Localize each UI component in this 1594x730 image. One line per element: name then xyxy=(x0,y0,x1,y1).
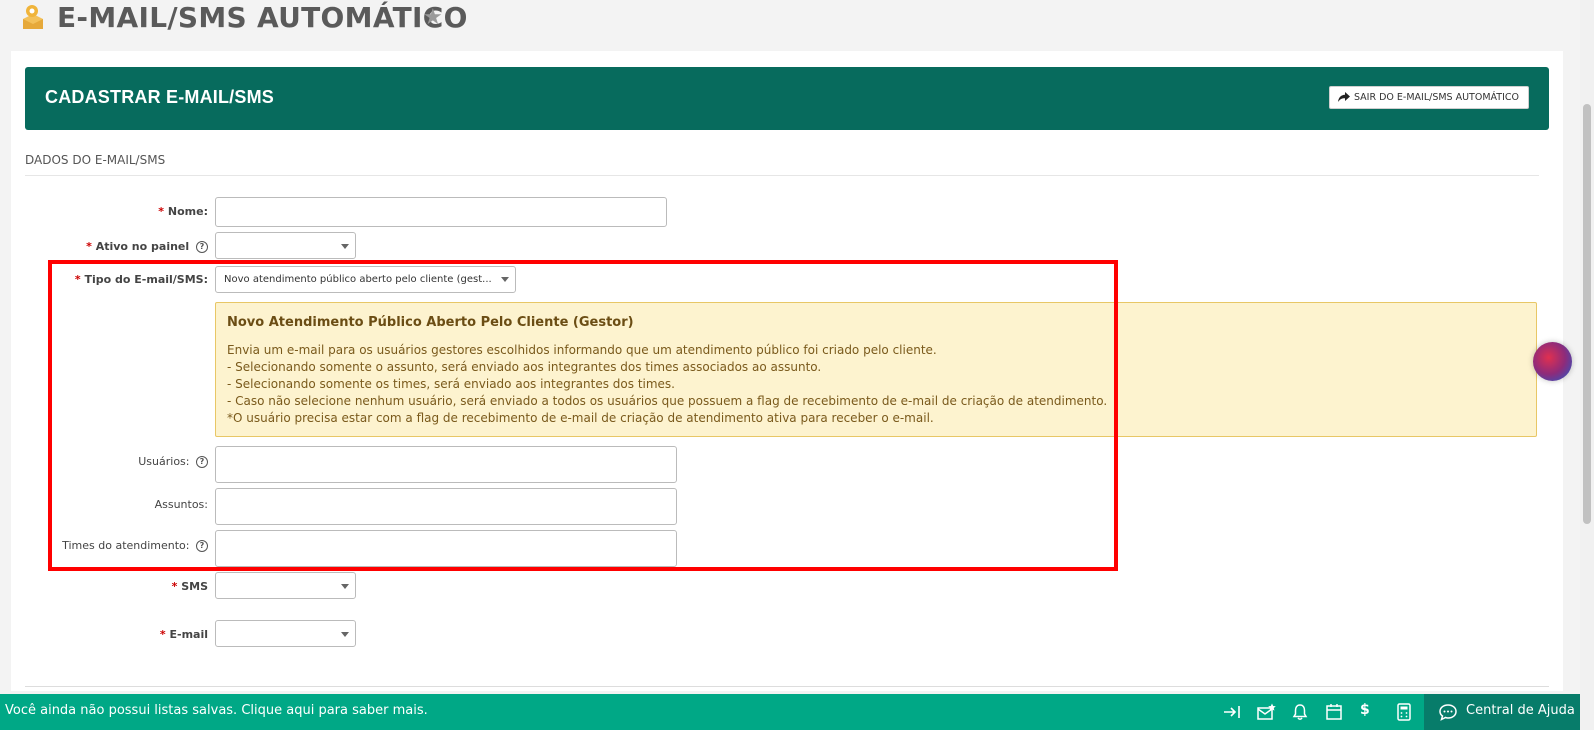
sms-select[interactable] xyxy=(215,572,356,599)
footer-bar: Você ainda não possui listas salvas. Cli… xyxy=(0,694,1580,730)
exit-button[interactable]: SAIR DO E-MAIL/SMS AUTOMÁTICO xyxy=(1328,86,1529,109)
panel-header: CADASTRAR E-MAIL/SMS SAIR DO E-MAIL/SMS … xyxy=(25,67,1549,130)
required-mark: * xyxy=(158,205,165,218)
chevron-down-icon xyxy=(501,277,509,282)
dollar-icon[interactable]: $ xyxy=(1360,702,1380,720)
times-input[interactable] xyxy=(215,530,677,567)
page-title-bar: E-MAIL/SMS AUTOMÁTICO ★ xyxy=(0,0,1580,38)
email-select[interactable] xyxy=(215,620,356,647)
info-line: *O usuário precisa estar com a flag de r… xyxy=(227,411,934,425)
help-icon[interactable]: ? xyxy=(196,540,208,552)
nome-input[interactable] xyxy=(215,197,667,227)
tipo-select[interactable]: Novo atendimento público aberto pelo cli… xyxy=(215,266,516,293)
usuarios-input[interactable] xyxy=(215,446,677,483)
usuarios-label: Usuários: ? xyxy=(138,455,208,468)
info-line: - Selecionando somente o assunto, será e… xyxy=(227,360,822,374)
info-line: - Selecionando somente os times, será en… xyxy=(227,377,675,391)
chevron-down-icon xyxy=(341,632,349,637)
page-title: E-MAIL/SMS AUTOMÁTICO xyxy=(57,1,468,34)
panel-bottom-divider xyxy=(25,686,1549,687)
tipo-label: * Tipo do E-mail/SMS: xyxy=(74,273,208,286)
calculator-icon[interactable] xyxy=(1394,703,1414,721)
ativo-label: * Ativo no painel ? xyxy=(86,240,208,253)
help-center-button[interactable]: Central de Ajuda xyxy=(1424,694,1580,730)
footer-message[interactable]: Você ainda não possui listas salvas. Cli… xyxy=(5,703,428,718)
chevron-down-icon xyxy=(341,584,349,589)
collapse-right-icon[interactable] xyxy=(1222,703,1242,721)
nome-label: * Nome: xyxy=(158,205,208,218)
sms-label: * SMS xyxy=(171,580,208,593)
star-mail-icon[interactable] xyxy=(1256,703,1276,721)
info-line: - Caso não selecione nenhum usuário, ser… xyxy=(227,394,1108,408)
info-title: Novo Atendimento Público Aberto Pelo Cli… xyxy=(227,315,634,330)
gear-box-icon xyxy=(23,5,43,29)
calendar-icon[interactable] xyxy=(1324,703,1344,721)
bell-icon[interactable] xyxy=(1290,703,1310,721)
times-label: Times do atendimento: ? xyxy=(62,539,208,552)
help-center-label: Central de Ajuda xyxy=(1466,703,1575,718)
ativo-select[interactable] xyxy=(215,232,356,259)
section-title: DADOS DO E-MAIL/SMS xyxy=(25,153,166,167)
scrollbar-thumb[interactable] xyxy=(1583,104,1591,524)
assuntos-label: Assuntos: xyxy=(154,498,208,511)
info-line: Envia um e-mail para os usuários gestore… xyxy=(227,343,937,357)
assuntos-input[interactable] xyxy=(215,488,677,525)
info-lines: Envia um e-mail para os usuários gestore… xyxy=(227,342,1107,427)
tipo-select-value: Novo atendimento público aberto pelo cli… xyxy=(224,274,492,285)
email-label: * E-mail xyxy=(159,628,208,641)
chevron-down-icon xyxy=(341,244,349,249)
exit-button-label: SAIR DO E-MAIL/SMS AUTOMÁTICO xyxy=(1353,92,1519,103)
favorite-star-icon[interactable]: ★ xyxy=(423,5,443,30)
info-box: Novo Atendimento Público Aberto Pelo Cli… xyxy=(215,302,1537,437)
help-icon[interactable]: ? xyxy=(196,456,208,468)
page-scrollbar[interactable] xyxy=(1580,0,1594,730)
share-arrow-icon xyxy=(1337,92,1350,102)
section-divider xyxy=(25,175,1539,176)
help-icon[interactable]: ? xyxy=(196,241,208,253)
assistant-avatar[interactable] xyxy=(1533,342,1572,381)
panel-title: CADASTRAR E-MAIL/SMS xyxy=(45,87,274,107)
chat-help-icon xyxy=(1439,704,1457,721)
